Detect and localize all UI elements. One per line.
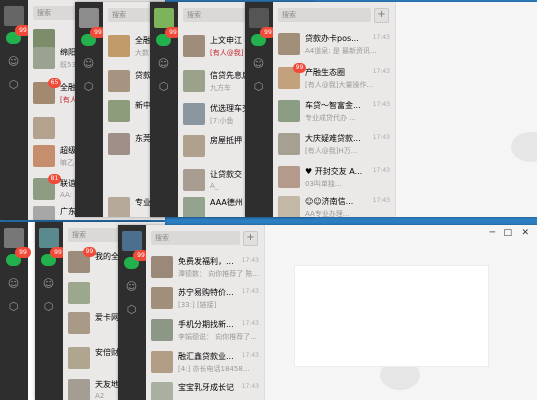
conversation-list: 搜索 + 贷款办卡pos... A4道泉: 是 最新资讯... 17:43 99… [273,2,396,217]
unread-badge: 99 [15,247,31,258]
contacts-icon[interactable]: ☺ [157,57,170,70]
avatar [68,347,90,369]
nav-rail: 99 ☺ ⬡ [0,222,31,400]
minimize-button[interactable]: ─ [490,228,495,238]
avatar [151,287,173,309]
list-item[interactable]: 大庆疑难贷款... [有人@我]H万... 17:43 [273,128,395,163]
avatar [278,100,300,122]
favorites-icon[interactable]: ⬡ [252,80,265,93]
nav-rail: 99 ☺ ⬡ [75,2,106,217]
avatar [108,197,130,217]
list-item[interactable]: 免费发福利，... 潭德数： 向你推荐了 陈... 17:43 [146,251,264,286]
avatar [33,145,55,167]
chat-pane [396,2,537,217]
avatar [278,133,300,155]
avatar[interactable] [122,231,142,251]
conversation-list: 搜索 + 免费发福利，... 潭德数： 向你推荐了 陈... 17:43 苏宁易… [146,225,265,400]
list-item[interactable]: 99 产融生态圈 [有人@我]大量操作... 17:43 [273,62,395,97]
avatar [151,319,173,341]
avatar[interactable] [79,8,99,28]
maximize-button[interactable]: □ [503,228,512,238]
avatar[interactable] [39,228,59,248]
contacts-icon[interactable]: ☺ [82,57,95,70]
list-item[interactable]: ☺☺济南信... AA专业办理... 17:43 [273,191,395,217]
list-item[interactable]: 苏宁易购特价... [33:] [链接] 17:43 [146,282,264,317]
contacts-icon[interactable]: ☺ [7,55,20,68]
avatar [33,47,55,69]
avatar [33,117,55,139]
list-item[interactable]: 融汇鑫贷款业... [4:] 亦长电话18458... 17:43 [146,346,264,381]
wechat-logo-icon [511,132,537,162]
favorites-icon[interactable]: ⬡ [82,80,95,93]
blank-dialog [294,265,489,367]
avatar [278,33,300,55]
avatar [183,197,205,217]
contacts-icon[interactable]: ☺ [42,277,55,290]
nav-rail: 99 ☺ ⬡ [0,0,31,220]
avatar [151,256,173,278]
avatar [108,133,130,155]
avatar [183,35,205,57]
avatar [151,382,173,400]
avatar [183,135,205,157]
avatar [278,196,300,217]
avatar [108,70,130,92]
avatar[interactable] [249,8,269,28]
add-button[interactable]: + [374,8,389,23]
favorites-icon[interactable]: ⬡ [7,300,20,313]
avatar[interactable] [4,6,24,26]
avatar [183,70,205,92]
nav-rail: 99 ☺ ⬡ [245,2,276,217]
avatar [108,35,130,57]
avatar [151,351,173,373]
avatar [68,312,90,334]
chat-window-4: 99 ☺ ⬡ 搜索 + 贷款办卡pos... A4道泉: 是 最新资讯... 1… [245,2,537,217]
avatar[interactable] [154,8,174,28]
favorites-icon[interactable]: ⬡ [157,80,170,93]
favorites-icon[interactable]: ⬡ [125,303,138,316]
avatar [278,166,300,188]
add-button[interactable]: + [243,231,258,246]
avatar[interactable] [4,228,24,248]
list-item[interactable]: 车贷～智富金... 专业成贷代办 ... 17:43 [273,95,395,130]
search-input[interactable]: 搜索 [278,8,371,22]
nav-rail: 99 ☺ ⬡ [35,222,66,400]
contacts-icon[interactable]: ☺ [7,277,20,290]
close-button[interactable]: ✕ [521,228,529,238]
nav-rail: 99 ☺ ⬡ [150,2,181,217]
favorites-icon[interactable]: ⬡ [42,300,55,313]
list-item[interactable]: 手机分期找新... 李娟德说： 向你推荐了... 17:43 [146,314,264,349]
list-item[interactable]: 宝宝乳牙成长记 17:43 [146,377,264,400]
contacts-icon[interactable]: ☺ [252,57,265,70]
search-input[interactable]: 搜索 [151,231,240,245]
avatar [68,282,90,304]
avatar [183,169,205,191]
avatar [33,206,55,220]
list-item[interactable]: 贷款办卡pos... A4道泉: 是 最新资讯... 17:43 [273,28,395,63]
favorites-icon[interactable]: ⬡ [7,78,20,91]
contacts-icon[interactable]: ☺ [125,280,138,293]
avatar [68,379,90,400]
nav-rail: 99 ☺ ⬡ [118,225,149,400]
avatar [183,103,205,125]
avatar [108,100,130,122]
